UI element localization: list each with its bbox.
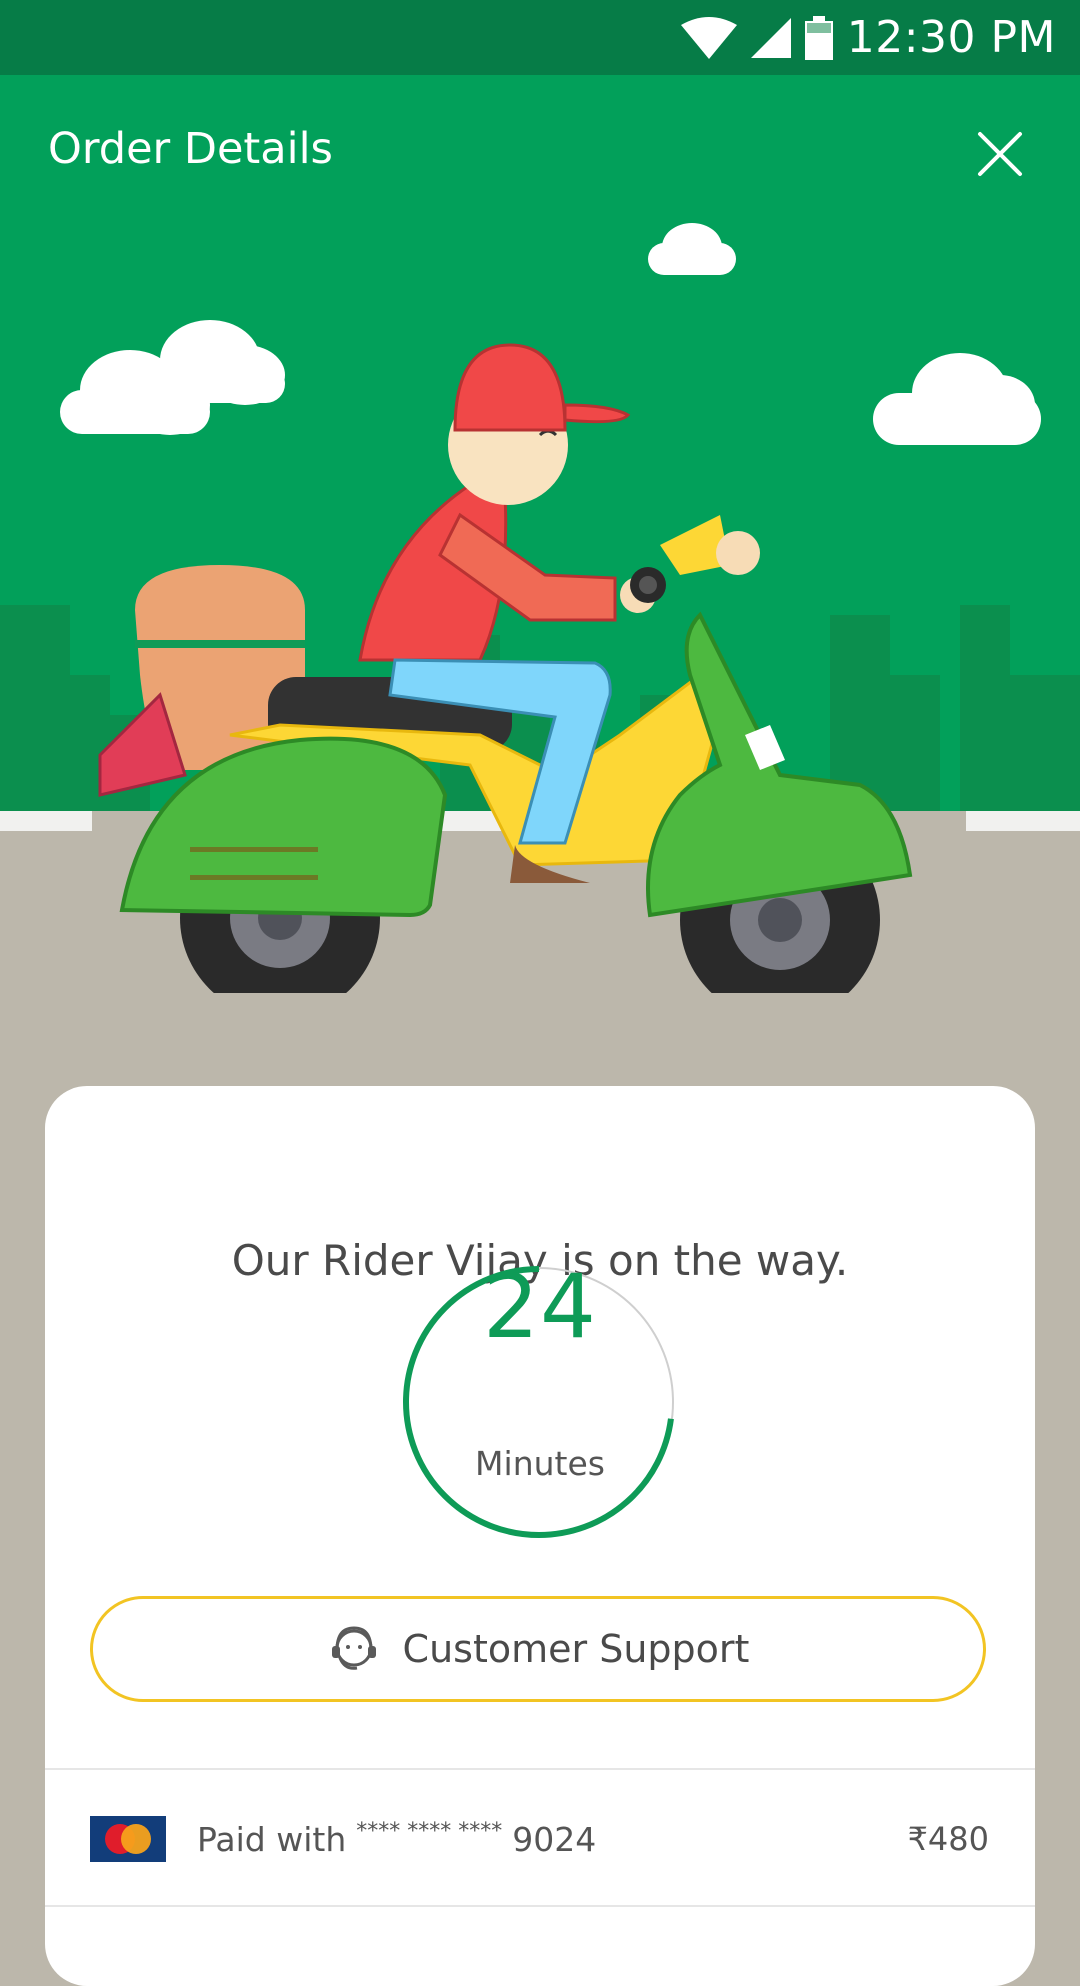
close-button[interactable] <box>972 126 1028 182</box>
hero-illustration <box>0 75 1080 993</box>
payment-row: Paid with **** **** **** 9024 ₹480 <box>45 1772 1035 1906</box>
page-title: Order Details <box>48 124 333 174</box>
payment-card-last4: 9024 <box>512 1819 597 1859</box>
rider-scooter-illustration <box>0 223 1080 993</box>
mastercard-icon <box>90 1816 166 1862</box>
status-time: 12:30 PM <box>846 12 1056 63</box>
wifi-icon <box>680 16 737 59</box>
payment-amount: ₹480 <box>907 1820 989 1858</box>
payment-description: Paid with **** **** **** 9024 <box>197 1772 596 1906</box>
headset-agent-icon <box>331 1626 376 1670</box>
signal-icon <box>750 17 791 58</box>
payment-prefix: Paid with <box>197 1819 347 1859</box>
divider <box>45 1768 1035 1770</box>
status-bar: 12:30 PM <box>0 0 1080 75</box>
eta-minutes-value: 24 <box>483 1255 597 1358</box>
customer-support-label: Customer Support <box>402 1627 750 1671</box>
eta-minutes-label: Minutes <box>475 1444 605 1483</box>
close-icon <box>978 132 1022 176</box>
payment-card-mask: **** **** **** <box>356 1818 503 1844</box>
divider <box>45 1905 1035 1907</box>
status-icons: 12:30 PM <box>680 0 1056 75</box>
battery-icon <box>804 15 833 60</box>
customer-support-button[interactable]: Customer Support <box>90 1596 986 1702</box>
